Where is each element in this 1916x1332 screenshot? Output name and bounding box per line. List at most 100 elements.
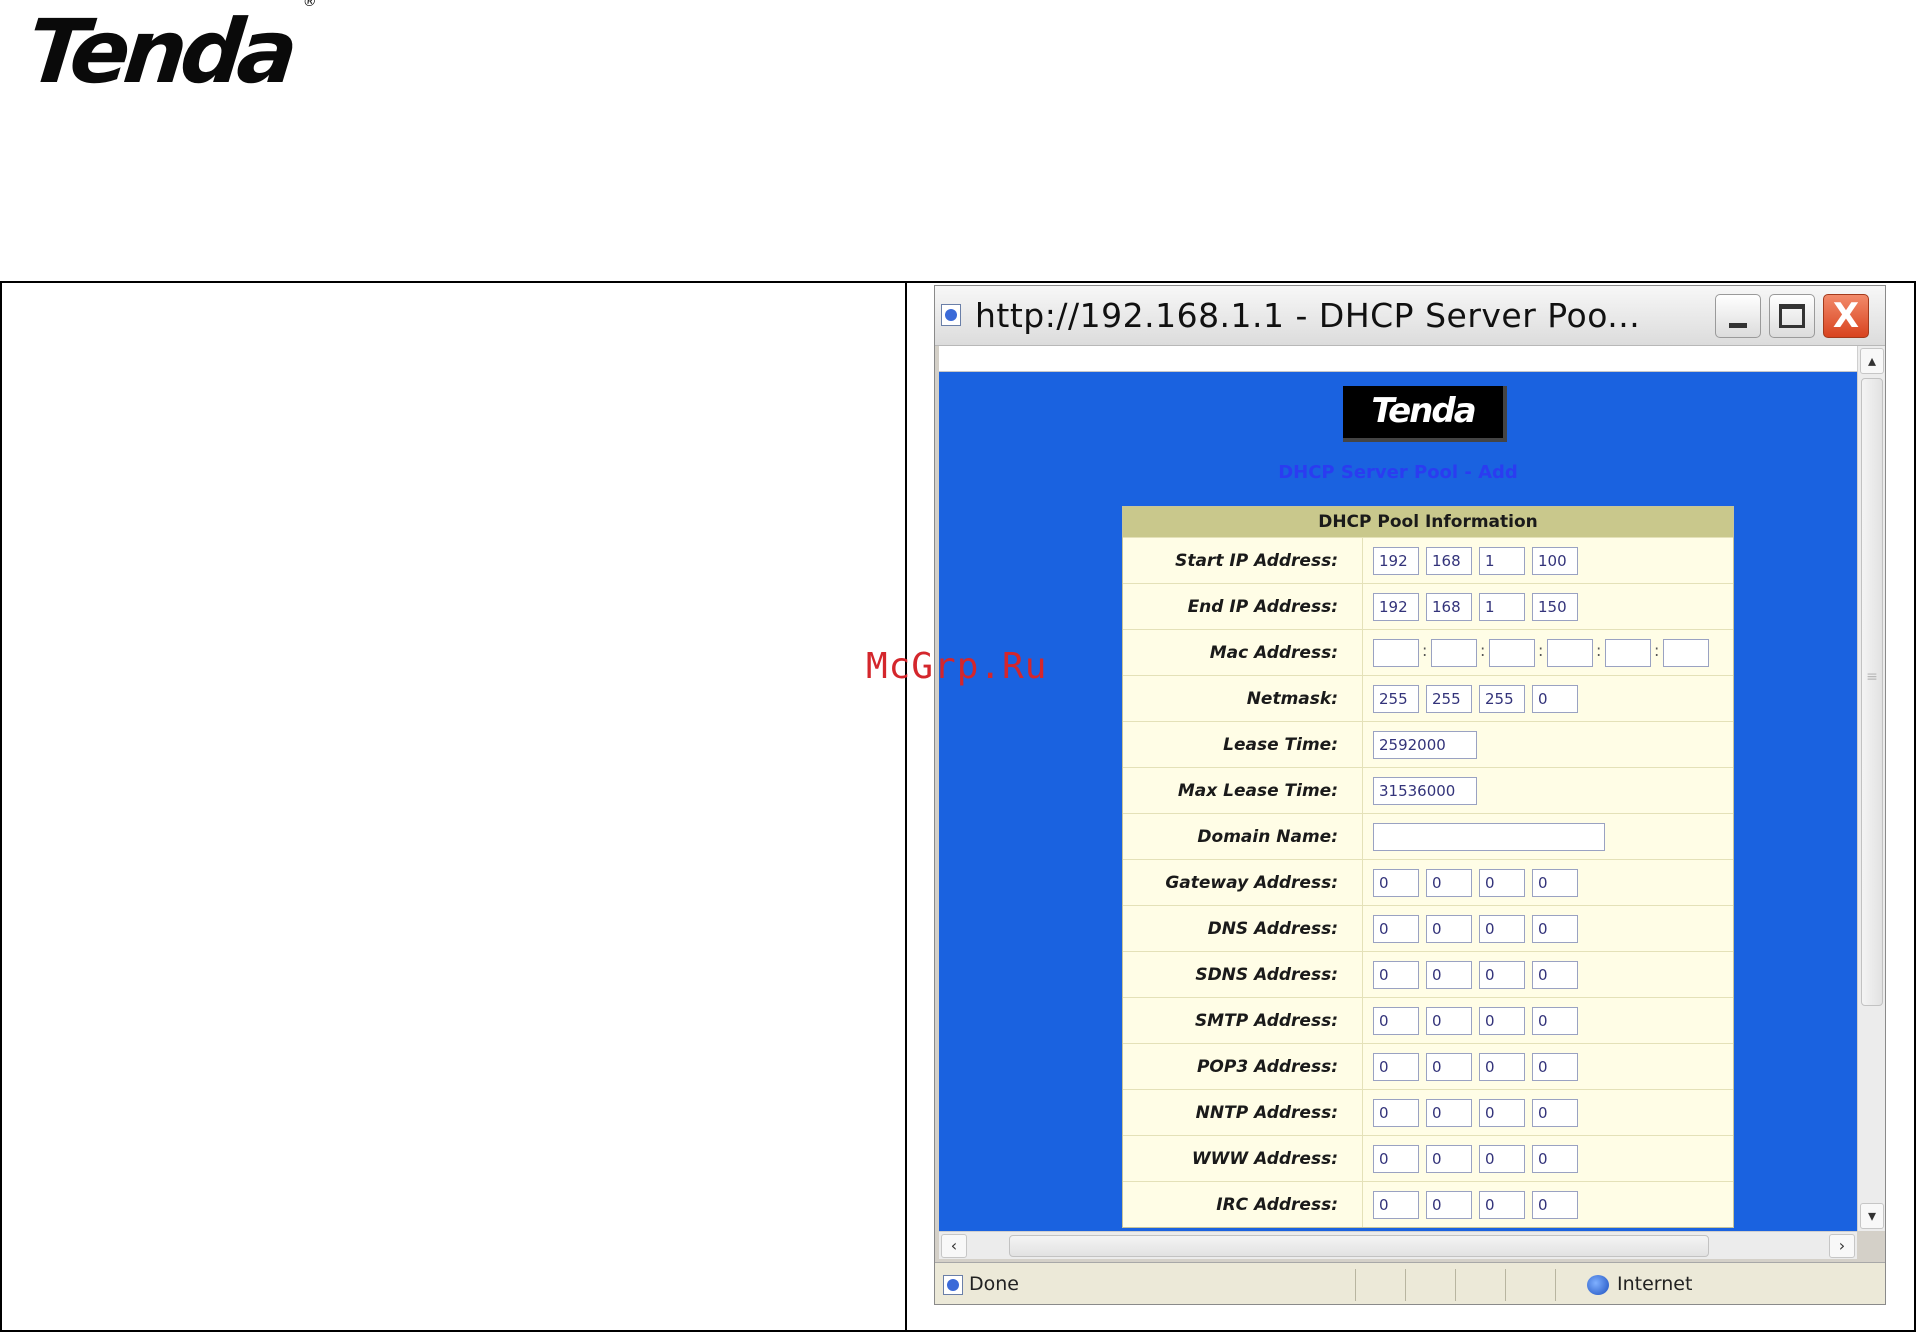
- start-ip-row: Start IP Address: 192 168 1 100: [1123, 537, 1733, 583]
- smtp-label: SMTP Address:: [1123, 998, 1363, 1043]
- status-divider: [1405, 1269, 1406, 1301]
- vertical-scroll-thumb[interactable]: [1861, 378, 1883, 1006]
- dns-octet-3[interactable]: 0: [1479, 915, 1525, 943]
- start-ip-octet-1[interactable]: 192: [1373, 547, 1419, 575]
- max-lease-time-label: Max Lease Time:: [1123, 768, 1363, 813]
- mac-separator: :: [1422, 641, 1428, 660]
- close-button[interactable]: X: [1823, 294, 1869, 338]
- sdns-label: SDNS Address:: [1123, 952, 1363, 997]
- pop3-octet-1[interactable]: 0: [1373, 1053, 1419, 1081]
- end-ip-octet-4[interactable]: 150: [1532, 593, 1578, 621]
- page-title: DHCP Server Pool - Add: [1278, 462, 1518, 483]
- www-octet-4[interactable]: 0: [1532, 1145, 1578, 1173]
- irc-octet-4[interactable]: 0: [1532, 1191, 1578, 1219]
- gateway-octet-1[interactable]: 0: [1373, 869, 1419, 897]
- chevron-up-icon[interactable]: ▴: [1860, 348, 1884, 374]
- window-titlebar[interactable]: http://192.168.1.1 - DHCP Server Poo... …: [935, 286, 1885, 346]
- max-lease-time-input[interactable]: 31536000: [1373, 777, 1477, 805]
- irc-octet-2[interactable]: 0: [1426, 1191, 1472, 1219]
- page-viewport: Tenda DHCP Server Pool - Add DHCP Pool I…: [939, 346, 1857, 1231]
- mac-address-label: Mac Address:: [1123, 630, 1363, 675]
- www-octet-3[interactable]: 0: [1479, 1145, 1525, 1173]
- netmask-octet-1[interactable]: 255: [1373, 685, 1419, 713]
- document-page: Tenda ® http://192.168.1.1 - DHCP Server …: [0, 0, 1916, 1332]
- www-octet-1[interactable]: 0: [1373, 1145, 1419, 1173]
- domain-name-input[interactable]: [1373, 823, 1605, 851]
- netmask-octet-4[interactable]: 0: [1532, 685, 1578, 713]
- netmask-octet-3[interactable]: 255: [1479, 685, 1525, 713]
- vertical-scrollbar[interactable]: ▴ ▾: [1857, 346, 1885, 1231]
- sdns-row: SDNS Address: 0 0 0 0: [1123, 951, 1733, 997]
- sdns-octet-1[interactable]: 0: [1373, 961, 1419, 989]
- smtp-octet-4[interactable]: 0: [1532, 1007, 1578, 1035]
- www-row: WWW Address: 0 0 0 0: [1123, 1135, 1733, 1181]
- pop3-octet-2[interactable]: 0: [1426, 1053, 1472, 1081]
- www-octet-2[interactable]: 0: [1426, 1145, 1472, 1173]
- start-ip-octet-4[interactable]: 100: [1532, 547, 1578, 575]
- sdns-octet-4[interactable]: 0: [1532, 961, 1578, 989]
- chevron-down-icon[interactable]: ▾: [1860, 1203, 1884, 1229]
- irc-octet-1[interactable]: 0: [1373, 1191, 1419, 1219]
- minimize-button[interactable]: [1715, 294, 1761, 338]
- mac-part-6[interactable]: [1663, 639, 1709, 667]
- lease-time-label: Lease Time:: [1123, 722, 1363, 767]
- chevron-left-icon[interactable]: ‹: [941, 1234, 967, 1258]
- pop3-label: POP3 Address:: [1123, 1044, 1363, 1089]
- gateway-octet-4[interactable]: 0: [1532, 869, 1578, 897]
- sdns-octet-2[interactable]: 0: [1426, 961, 1472, 989]
- nntp-label: NNTP Address:: [1123, 1090, 1363, 1135]
- end-ip-octet-2[interactable]: 168: [1426, 593, 1472, 621]
- end-ip-label: End IP Address:: [1123, 584, 1363, 629]
- dhcp-pool-panel: DHCP Pool Information Start IP Address: …: [1122, 506, 1734, 1228]
- page-top-strip: [939, 346, 1857, 372]
- status-bar: Done Internet: [935, 1262, 1885, 1304]
- horizontal-scrollbar[interactable]: ‹ ›: [939, 1231, 1857, 1259]
- close-icon: X: [1832, 296, 1860, 336]
- smtp-octet-3[interactable]: 0: [1479, 1007, 1525, 1035]
- mac-part-4[interactable]: [1547, 639, 1593, 667]
- irc-octet-3[interactable]: 0: [1479, 1191, 1525, 1219]
- irc-row: IRC Address: 0 0 0 0: [1123, 1181, 1733, 1227]
- nntp-octet-4[interactable]: 0: [1532, 1099, 1578, 1127]
- pop3-octet-3[interactable]: 0: [1479, 1053, 1525, 1081]
- window-title: http://192.168.1.1 - DHCP Server Poo...: [975, 296, 1641, 335]
- mac-part-5[interactable]: [1605, 639, 1651, 667]
- dns-octet-2[interactable]: 0: [1426, 915, 1472, 943]
- mac-part-3[interactable]: [1489, 639, 1535, 667]
- horizontal-scroll-thumb[interactable]: [1009, 1235, 1709, 1257]
- domain-name-label: Domain Name:: [1123, 814, 1363, 859]
- gateway-octet-3[interactable]: 0: [1479, 869, 1525, 897]
- mac-part-2[interactable]: [1431, 639, 1477, 667]
- start-ip-octet-3[interactable]: 1: [1479, 547, 1525, 575]
- mac-part-1[interactable]: [1373, 639, 1419, 667]
- nntp-octet-3[interactable]: 0: [1479, 1099, 1525, 1127]
- start-ip-octet-2[interactable]: 168: [1426, 547, 1472, 575]
- pop3-row: POP3 Address: 0 0 0 0: [1123, 1043, 1733, 1089]
- netmask-octet-2[interactable]: 255: [1426, 685, 1472, 713]
- end-ip-octet-1[interactable]: 192: [1373, 593, 1419, 621]
- column-divider: [905, 283, 907, 1330]
- dns-octet-4[interactable]: 0: [1532, 915, 1578, 943]
- gateway-octet-2[interactable]: 0: [1426, 869, 1472, 897]
- chevron-right-icon[interactable]: ›: [1829, 1234, 1855, 1258]
- nntp-octet-1[interactable]: 0: [1373, 1099, 1419, 1127]
- max-lease-time-row: Max Lease Time: 31536000: [1123, 767, 1733, 813]
- smtp-row: SMTP Address: 0 0 0 0: [1123, 997, 1733, 1043]
- mac-separator: :: [1480, 641, 1486, 660]
- maximize-button[interactable]: [1769, 294, 1815, 338]
- smtp-octet-2[interactable]: 0: [1426, 1007, 1472, 1035]
- sdns-octet-3[interactable]: 0: [1479, 961, 1525, 989]
- irc-label: IRC Address:: [1123, 1182, 1363, 1227]
- minimize-icon: [1729, 322, 1747, 328]
- dns-label: DNS Address:: [1123, 906, 1363, 951]
- smtp-octet-1[interactable]: 0: [1373, 1007, 1419, 1035]
- mac-separator: :: [1538, 641, 1544, 660]
- lease-time-input[interactable]: 2592000: [1373, 731, 1477, 759]
- dns-octet-1[interactable]: 0: [1373, 915, 1419, 943]
- status-divider: [1355, 1269, 1356, 1301]
- domain-name-row: Domain Name:: [1123, 813, 1733, 859]
- end-ip-octet-3[interactable]: 1: [1479, 593, 1525, 621]
- mac-separator: :: [1654, 641, 1660, 660]
- pop3-octet-4[interactable]: 0: [1532, 1053, 1578, 1081]
- nntp-octet-2[interactable]: 0: [1426, 1099, 1472, 1127]
